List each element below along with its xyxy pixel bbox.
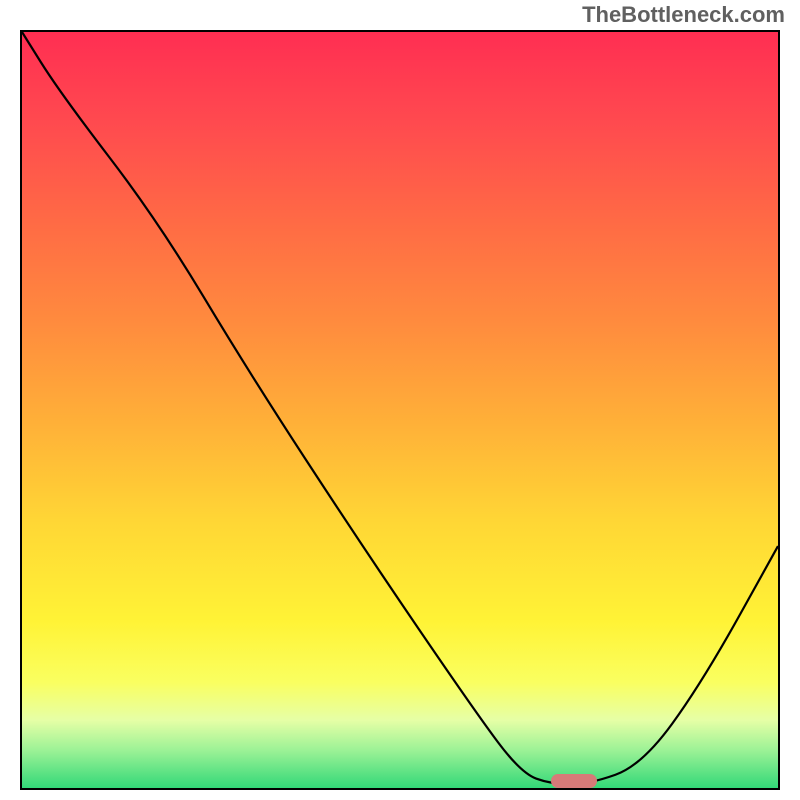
chart-frame [20, 30, 780, 790]
optimal-marker [551, 774, 596, 788]
chart-curve [22, 32, 778, 788]
watermark-text: TheBottleneck.com [582, 2, 785, 28]
